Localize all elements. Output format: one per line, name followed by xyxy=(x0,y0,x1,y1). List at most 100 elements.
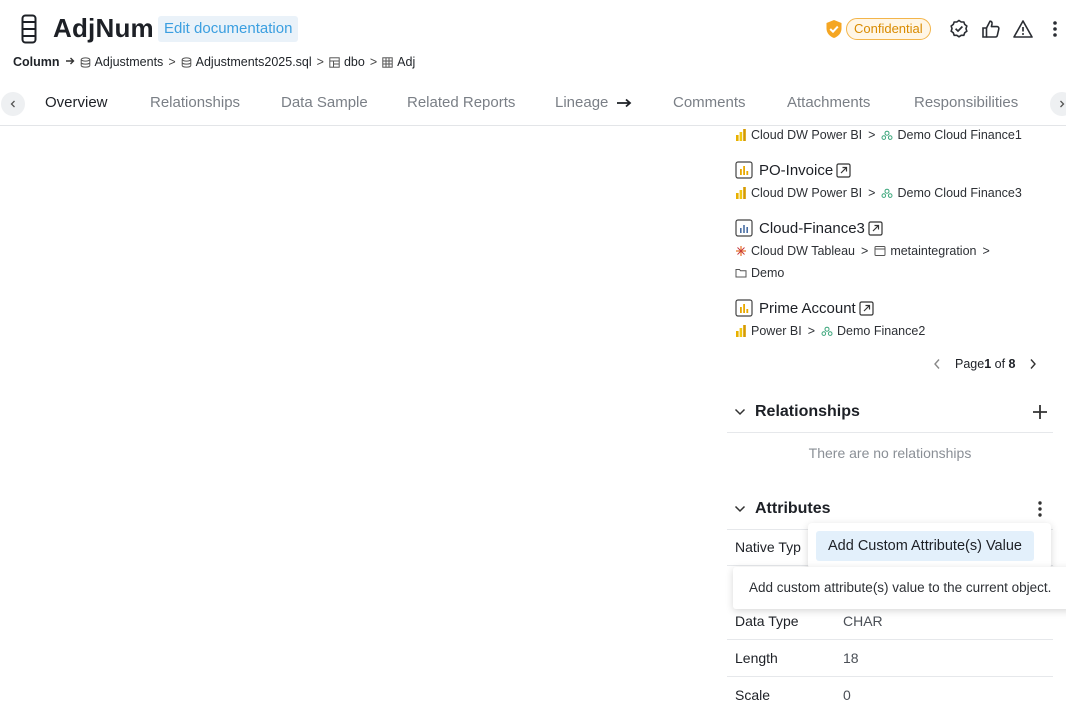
report-path-source[interactable]: Cloud DW Power BI xyxy=(751,128,862,142)
report-path-folder[interactable]: Demo xyxy=(751,266,784,280)
warning-button[interactable] xyxy=(1011,17,1035,41)
open-external-icon xyxy=(836,162,851,178)
page-prefix: Page xyxy=(955,357,985,371)
tab-bar: Overview Relationships Data Sample Relat… xyxy=(0,84,1066,126)
attributes-more-button[interactable] xyxy=(1028,497,1052,521)
pagination: Page 1 of 8 xyxy=(927,354,1043,374)
prev-page-button[interactable] xyxy=(927,354,947,374)
classification-badge[interactable]: Confidential xyxy=(846,18,931,40)
breadcrumb-item-schema[interactable]: dbo xyxy=(344,55,365,69)
attribute-row-scale: Scale 0 xyxy=(727,677,1053,709)
tab-responsibilities[interactable]: Responsibilities xyxy=(914,94,1018,111)
tab-attachments[interactable]: Attachments xyxy=(787,94,870,111)
open-external-icon xyxy=(859,300,874,316)
folder-icon xyxy=(735,267,747,279)
kebab-menu-icon xyxy=(1038,501,1042,517)
check-badge-icon xyxy=(950,19,968,38)
arrow-right-icon xyxy=(65,55,75,69)
report-link-cloud-finance3[interactable]: Cloud-Finance3 xyxy=(735,218,883,238)
more-options-button[interactable] xyxy=(1043,17,1066,41)
chevron-down-icon xyxy=(734,505,746,513)
breadcrumb-item-table[interactable]: Adj xyxy=(397,55,415,69)
related-reports-panel: Cloud DW Power BI > Demo Cloud Finance1 … xyxy=(727,126,1066,709)
powerbi-icon xyxy=(735,187,747,199)
report-path-source[interactable]: Cloud DW Tableau xyxy=(751,244,855,258)
page-of: of xyxy=(991,357,1009,371)
report-path-site[interactable]: metaintegration xyxy=(890,244,976,258)
kebab-menu-icon xyxy=(1053,21,1057,37)
endorse-button[interactable] xyxy=(979,17,1003,41)
chevron-down-icon xyxy=(734,408,746,416)
column-icon xyxy=(21,14,37,44)
tab-lineage-label: Lineage xyxy=(555,94,609,111)
report-icon xyxy=(735,161,753,179)
report-link-prime-account[interactable]: Prime Account xyxy=(735,298,874,318)
tableau-report-icon xyxy=(735,219,753,237)
schema-icon xyxy=(329,56,340,68)
attributes-section-toggle[interactable]: Attributes xyxy=(733,497,831,521)
page-total: 8 xyxy=(1008,357,1016,371)
tab-overview[interactable]: Overview xyxy=(45,94,108,111)
relationships-section-title: Relationships xyxy=(755,403,860,420)
report-title: Prime Account xyxy=(759,299,856,317)
report-path-source[interactable]: Cloud DW Power BI xyxy=(751,186,862,200)
thumbs-up-icon xyxy=(982,20,1000,38)
tab-comments[interactable]: Comments xyxy=(673,94,746,111)
next-page-button[interactable] xyxy=(1023,354,1043,374)
attribute-key: Scale xyxy=(735,687,771,703)
menu-item-tooltip: Add custom attribute(s) value to the cur… xyxy=(733,567,1066,609)
attribute-key: Native Typ xyxy=(735,539,801,555)
path-separator: > xyxy=(982,244,990,258)
attribute-key: Length xyxy=(735,650,778,666)
path-separator: > xyxy=(807,324,816,338)
path-separator: > xyxy=(861,244,869,258)
breadcrumb: Column Adjustments > Adjustments2025.sql… xyxy=(13,54,415,70)
warning-icon xyxy=(1013,20,1033,38)
arrow-right-icon xyxy=(617,98,632,107)
report-title: PO-Invoice xyxy=(759,161,834,179)
page-title: AdjNum xyxy=(53,13,154,43)
chevron-right-icon xyxy=(1030,359,1037,369)
attribute-row-length: Length 18 xyxy=(727,640,1053,677)
breadcrumb-separator: > xyxy=(316,55,324,69)
report-path: Cloud DW Power BI > Demo Cloud Finance3 xyxy=(735,186,1022,200)
open-external-icon xyxy=(868,220,883,236)
path-separator: > xyxy=(868,128,876,142)
report-path-workspace[interactable]: Demo Finance2 xyxy=(837,324,925,338)
report-path: Power BI > Demo Finance2 xyxy=(735,324,925,338)
report-icon xyxy=(735,299,753,317)
breadcrumb-item-adjustments[interactable]: Adjustments xyxy=(95,55,164,69)
chevron-left-icon xyxy=(10,100,15,108)
tab-related-reports[interactable]: Related Reports xyxy=(407,94,515,111)
tab-data-sample[interactable]: Data Sample xyxy=(281,94,368,111)
attribute-value[interactable]: 18 xyxy=(843,650,859,666)
report-title: Cloud-Finance3 xyxy=(759,219,865,237)
breadcrumb-item-file[interactable]: Adjustments2025.sql xyxy=(196,55,312,69)
site-icon xyxy=(874,245,886,257)
report-path-workspace[interactable]: Demo Cloud Finance1 xyxy=(897,128,1021,142)
report-path: Cloud DW Power BI > Demo Cloud Finance1 xyxy=(735,128,1022,142)
report-link-po-invoice[interactable]: PO-Invoice xyxy=(735,160,851,180)
path-separator: > xyxy=(868,186,876,200)
page-current: 1 xyxy=(984,357,992,371)
powerbi-icon xyxy=(735,129,747,141)
certify-button[interactable] xyxy=(947,17,971,41)
tab-relationships[interactable]: Relationships xyxy=(150,94,240,111)
tab-scroll-right-button[interactable] xyxy=(1050,92,1066,116)
relationships-section-toggle[interactable]: Relationships xyxy=(733,400,860,424)
relationships-empty-state: There are no relationships xyxy=(808,445,972,461)
report-path-source[interactable]: Power BI xyxy=(751,324,802,338)
database-icon xyxy=(80,56,91,68)
chevron-left-icon xyxy=(934,359,940,369)
plus-icon xyxy=(1033,405,1047,419)
attribute-value[interactable]: 0 xyxy=(843,687,851,703)
edit-documentation-button[interactable]: Edit documentation xyxy=(158,16,299,42)
tab-lineage[interactable]: Lineage xyxy=(555,94,632,111)
add-relationship-button[interactable] xyxy=(1028,400,1052,424)
add-custom-attribute-menu-item[interactable]: Add Custom Attribute(s) Value xyxy=(816,531,1034,561)
report-path-workspace[interactable]: Demo Cloud Finance3 xyxy=(897,186,1021,200)
report-path-continued: Demo xyxy=(735,266,784,280)
attribute-value[interactable]: CHAR xyxy=(843,613,883,629)
breadcrumb-separator: > xyxy=(369,55,378,69)
tab-scroll-left-button[interactable] xyxy=(1,92,25,116)
